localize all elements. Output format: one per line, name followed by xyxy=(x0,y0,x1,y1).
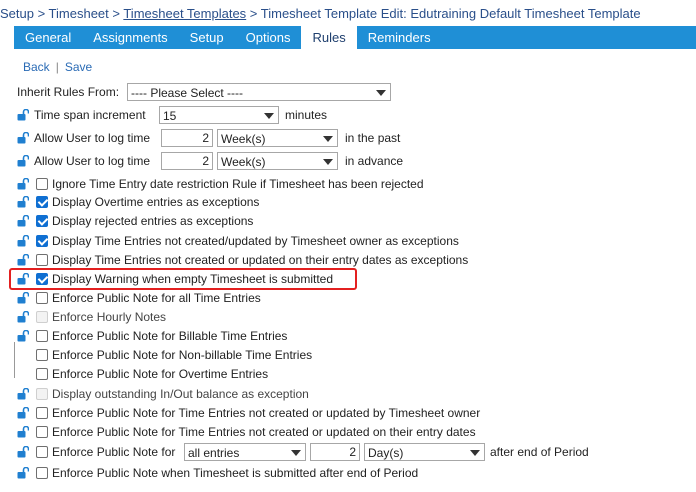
lock-icon[interactable] xyxy=(17,426,29,438)
lock-icon[interactable] xyxy=(17,311,29,323)
tab-reminders[interactable]: Reminders xyxy=(357,26,442,49)
rule-label: Enforce Public Note for Time Entries not… xyxy=(52,425,476,439)
indent-line xyxy=(14,342,15,378)
log-time-past-period-select[interactable]: Week(s) xyxy=(217,129,338,147)
lock-icon[interactable] xyxy=(17,235,29,247)
time-span-select[interactable]: 15 xyxy=(159,106,279,124)
log-time-past-label: Allow User to log time xyxy=(34,131,151,145)
chevron-down-icon xyxy=(264,113,274,119)
log-time-advance-suffix: in advance xyxy=(345,154,404,168)
lock-icon[interactable] xyxy=(17,467,29,479)
log-time-past-period: Week(s) xyxy=(221,132,266,146)
rule-checkbox xyxy=(36,311,48,323)
tab-bar: General Assignments Setup Options Rules … xyxy=(14,26,696,49)
action-links: Back | Save xyxy=(23,60,92,74)
lock-icon[interactable] xyxy=(17,109,29,121)
chevron-down-icon xyxy=(470,450,480,456)
time-span-label: Time span increment xyxy=(34,108,146,122)
rule-label: Enforce Public Note for Non-billable Tim… xyxy=(52,348,313,362)
log-time-advance-period: Week(s) xyxy=(221,155,266,169)
log-time-advance-number[interactable]: 2 xyxy=(161,152,213,170)
chevron-down-icon xyxy=(323,159,333,165)
rule-label: Enforce Public Note when Timesheet is su… xyxy=(52,466,419,480)
lock-icon[interactable] xyxy=(17,292,29,304)
lock-icon[interactable] xyxy=(17,407,29,419)
lock-icon[interactable] xyxy=(17,446,29,458)
log-time-advance-label: Allow User to log time xyxy=(34,154,151,168)
rule-label: Display Overtime entries as exceptions xyxy=(52,195,260,209)
rule-checkbox[interactable] xyxy=(36,467,48,479)
rule-label: Display outstanding In/Out balance as ex… xyxy=(52,387,309,401)
rule-label: Enforce Public Note for Billable Time En… xyxy=(52,329,288,343)
rule-checkbox xyxy=(36,388,48,400)
log-time-past-suffix: in the past xyxy=(345,131,401,145)
rule-checkbox[interactable] xyxy=(36,254,48,266)
lock-icon[interactable] xyxy=(17,215,29,227)
rule-checkbox[interactable] xyxy=(36,235,48,247)
tab-setup[interactable]: Setup xyxy=(179,26,235,49)
rule-checkbox[interactable] xyxy=(36,178,48,190)
rule-checkbox[interactable] xyxy=(36,407,48,419)
rule-label: Display Time Entries not created/updated… xyxy=(52,234,459,248)
lock-icon[interactable] xyxy=(17,330,29,342)
rule-label: Enforce Public Note for Time Entries not… xyxy=(52,406,481,420)
rule-checkbox[interactable] xyxy=(36,446,48,458)
chevron-down-icon xyxy=(323,136,333,142)
rule-label: Display rejected entries as exceptions xyxy=(52,214,254,228)
inherit-rules-label: Inherit Rules From: xyxy=(17,85,120,99)
breadcrumb-timesheet-templates-link[interactable]: Timesheet Templates xyxy=(123,6,246,21)
back-link[interactable]: Back xyxy=(23,60,50,74)
period-unit-select[interactable]: Day(s) xyxy=(364,443,485,461)
rule-checkbox[interactable] xyxy=(36,330,48,342)
lock-icon[interactable] xyxy=(17,254,29,266)
inherit-rules-select[interactable]: ---- Please Select ---- xyxy=(127,83,391,101)
rule-label: Display Time Entries not created or upda… xyxy=(52,253,469,267)
inherit-rules-row: Inherit Rules From: xyxy=(17,82,119,102)
period-rule-label: Enforce Public Note for xyxy=(52,445,176,459)
tab-options[interactable]: Options xyxy=(235,26,302,49)
chevron-down-icon xyxy=(291,450,301,456)
tab-assignments[interactable]: Assignments xyxy=(82,26,178,49)
chevron-down-icon xyxy=(376,90,386,96)
rule-label: Enforce Public Note for Overtime Entries xyxy=(52,367,269,381)
breadcrumb: Setup > Timesheet > Timesheet Templates … xyxy=(0,0,696,26)
lock-icon[interactable] xyxy=(17,388,29,400)
rule-label: Ignore Time Entry date restriction Rule … xyxy=(52,177,424,191)
log-time-past-number[interactable]: 2 xyxy=(161,129,213,147)
time-span-unit: minutes xyxy=(285,108,328,122)
highlight-box xyxy=(9,268,357,290)
rule-checkbox[interactable] xyxy=(36,368,48,380)
lock-icon[interactable] xyxy=(17,132,29,144)
lock-icon[interactable] xyxy=(17,155,29,167)
rule-checkbox[interactable] xyxy=(36,215,48,227)
rule-label: Enforce Hourly Notes xyxy=(52,310,167,324)
rule-checkbox[interactable] xyxy=(36,196,48,208)
rule-label: Enforce Public Note for all Time Entries xyxy=(52,291,261,305)
rule-checkbox[interactable] xyxy=(36,426,48,438)
rule-checkbox[interactable] xyxy=(36,349,48,361)
breadcrumb-current-page: > Timesheet Template Edit: Edutraining D… xyxy=(246,6,641,21)
lock-icon[interactable] xyxy=(17,196,29,208)
period-unit-value: Day(s) xyxy=(368,446,404,460)
breadcrumb-setup-timesheet[interactable]: Setup > Timesheet > xyxy=(0,6,123,21)
time-span-value: 15 xyxy=(163,109,177,123)
period-entries-value: all entries xyxy=(188,446,240,460)
inherit-rules-value: ---- Please Select ---- xyxy=(131,86,244,100)
action-separator: | xyxy=(55,60,59,74)
rule-checkbox[interactable] xyxy=(36,292,48,304)
period-entries-select[interactable]: all entries xyxy=(184,443,306,461)
tab-general[interactable]: General xyxy=(14,26,82,49)
save-link[interactable]: Save xyxy=(65,60,92,74)
period-number[interactable]: 2 xyxy=(310,443,360,461)
tab-rules[interactable]: Rules xyxy=(301,26,357,49)
log-time-advance-period-select[interactable]: Week(s) xyxy=(217,152,338,170)
period-suffix: after end of Period xyxy=(490,445,589,459)
lock-icon[interactable] xyxy=(17,178,29,190)
